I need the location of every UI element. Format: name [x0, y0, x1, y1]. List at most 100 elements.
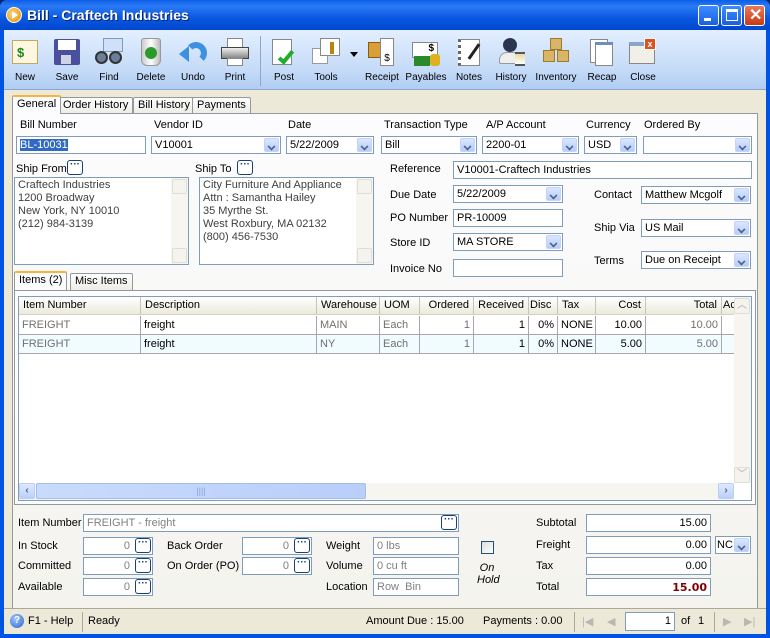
- scroll-up-icon[interactable]: [357, 179, 372, 194]
- ap-account-select[interactable]: 2200-01: [482, 136, 579, 154]
- receipt-button[interactable]: $ Receipt: [359, 34, 405, 88]
- recap-button[interactable]: Recap: [579, 34, 625, 88]
- next-page-icon[interactable]: ▶: [723, 615, 731, 628]
- tab-general[interactable]: General: [12, 95, 62, 114]
- chevron-down-icon[interactable]: [734, 538, 749, 552]
- ship-to-scrollbar[interactable]: [356, 178, 373, 264]
- help-hint[interactable]: F1 - Help: [28, 615, 73, 627]
- notes-button[interactable]: Notes: [446, 34, 492, 88]
- reference-field[interactable]: V10001-Craftech Industries: [453, 161, 752, 179]
- chevron-down-icon[interactable]: [546, 187, 561, 201]
- back-order-lookup-button[interactable]: ···: [294, 538, 310, 553]
- tab-misc-items[interactable]: Misc Items: [70, 273, 133, 290]
- chevron-down-icon[interactable]: [357, 138, 372, 152]
- tab-payments[interactable]: Payments: [192, 97, 251, 114]
- inventory-button[interactable]: Inventory: [533, 34, 579, 88]
- invoice-no-label: Invoice No: [390, 263, 442, 275]
- chevron-down-icon[interactable]: [620, 138, 635, 152]
- find-button[interactable]: Find: [86, 34, 132, 88]
- col-header-received[interactable]: Received: [474, 297, 529, 315]
- minimize-button[interactable]: [698, 5, 719, 26]
- chevron-down-icon[interactable]: [735, 138, 750, 152]
- col-header-warehouse[interactable]: Warehouse: [317, 297, 380, 315]
- chevron-down-icon[interactable]: [264, 138, 279, 152]
- grid-vertical-scrollbar[interactable]: ︿ ﹀: [734, 297, 751, 483]
- title-bar[interactable]: Bill - Craftech Industries ✕: [0, 0, 770, 30]
- print-button[interactable]: Print: [212, 34, 258, 88]
- contact-select[interactable]: Matthew Mcgolf: [641, 186, 751, 204]
- col-header-disc[interactable]: Disc: [529, 297, 558, 315]
- scroll-right-icon[interactable]: ›: [718, 483, 734, 499]
- currency-select[interactable]: USD: [584, 136, 637, 154]
- last-page-icon[interactable]: ▶|: [744, 615, 755, 628]
- ordered-by-select[interactable]: [643, 136, 752, 154]
- tab-items[interactable]: Items (2): [14, 271, 68, 290]
- save-button[interactable]: Save: [44, 34, 90, 88]
- chevron-down-icon[interactable]: [734, 221, 749, 235]
- chevron-down-icon[interactable]: [734, 253, 749, 267]
- tools-dropdown-arrow-icon[interactable]: [350, 52, 358, 57]
- scroll-left-icon[interactable]: ‹: [19, 483, 35, 499]
- chevron-down-icon[interactable]: [562, 138, 577, 152]
- in-stock-lookup-button[interactable]: ···: [135, 538, 151, 553]
- col-header-uom[interactable]: UOM: [380, 297, 420, 315]
- chevron-down-icon[interactable]: [460, 138, 475, 152]
- store-id-label: Store ID: [390, 237, 431, 249]
- close-window-button[interactable]: ✕: [744, 5, 765, 26]
- committed-lookup-button[interactable]: ···: [135, 558, 151, 573]
- scroll-up-icon[interactable]: [172, 179, 187, 194]
- ship-to-lookup-button[interactable]: ···: [237, 160, 253, 175]
- freight-field[interactable]: 0.00: [586, 536, 711, 554]
- help-icon[interactable]: ?: [10, 614, 24, 628]
- post-button[interactable]: Post: [261, 34, 307, 88]
- tools-button[interactable]: Tools: [303, 34, 349, 88]
- ship-via-select[interactable]: US Mail: [641, 219, 751, 237]
- page-number-field[interactable]: 1: [625, 612, 675, 631]
- item-number-lookup-button[interactable]: ···: [441, 515, 457, 530]
- po-number-field[interactable]: PR-10009: [453, 209, 563, 227]
- payables-button[interactable]: $ Payables: [403, 34, 449, 88]
- bill-number-field[interactable]: BL-10031: [16, 136, 146, 154]
- tab-order-history[interactable]: Order History: [58, 97, 134, 114]
- ship-from-scrollbar[interactable]: [171, 178, 188, 264]
- ship-to-label: Ship To: [195, 163, 232, 175]
- maximize-button[interactable]: [721, 5, 742, 26]
- previous-page-icon[interactable]: ◀: [607, 615, 615, 628]
- vendor-id-select[interactable]: V10001: [151, 136, 281, 154]
- col-header-cost[interactable]: Cost: [596, 297, 646, 315]
- transaction-type-select[interactable]: Bill: [381, 136, 477, 154]
- due-date-picker[interactable]: 5/22/2009: [453, 185, 563, 203]
- chevron-down-icon[interactable]: [734, 188, 749, 202]
- on-hold-checkbox[interactable]: [481, 541, 494, 554]
- terms-select[interactable]: Due on Receipt: [641, 251, 751, 269]
- freight-code-select[interactable]: NC: [715, 536, 751, 554]
- col-header-item-number[interactable]: Item Number: [19, 297, 141, 315]
- new-button[interactable]: $ New: [2, 34, 48, 88]
- tab-bill-history[interactable]: Bill History: [133, 97, 195, 114]
- on-order-lookup-button[interactable]: ···: [294, 558, 310, 573]
- undo-button[interactable]: Undo: [170, 34, 216, 88]
- grid-horizontal-scrollbar[interactable]: ‹ |||| ›: [19, 483, 734, 500]
- first-page-icon[interactable]: |◀: [582, 615, 593, 628]
- available-lookup-button[interactable]: ···: [135, 579, 151, 594]
- col-header-ordered[interactable]: Ordered: [420, 297, 474, 315]
- ship-to-address[interactable]: City Furniture And Appliance Attn : Sama…: [199, 177, 374, 265]
- store-id-select[interactable]: MA STORE: [453, 233, 563, 251]
- col-header-tax[interactable]: Tax: [558, 297, 596, 315]
- date-picker[interactable]: 5/22/2009: [286, 136, 374, 154]
- delete-button[interactable]: Delete: [128, 34, 174, 88]
- close-button[interactable]: x Close: [620, 34, 666, 88]
- col-header-description[interactable]: Description: [141, 297, 317, 315]
- col-header-total[interactable]: Total: [646, 297, 722, 315]
- history-button[interactable]: History: [488, 34, 534, 88]
- invoice-no-field[interactable]: [453, 259, 563, 277]
- chevron-down-icon[interactable]: [546, 235, 561, 249]
- scroll-down-icon[interactable]: [172, 248, 187, 263]
- scroll-down-icon[interactable]: ﹀: [734, 467, 750, 483]
- scroll-thumb[interactable]: ||||: [36, 483, 366, 499]
- ship-from-address[interactable]: Craftech Industries 1200 Broadway New Yo…: [14, 177, 189, 265]
- scroll-up-icon[interactable]: ︿: [734, 298, 750, 314]
- ship-from-lookup-button[interactable]: ···: [67, 160, 83, 175]
- item-number-field[interactable]: FREIGHT - freight: [83, 514, 459, 532]
- scroll-down-icon[interactable]: [357, 248, 372, 263]
